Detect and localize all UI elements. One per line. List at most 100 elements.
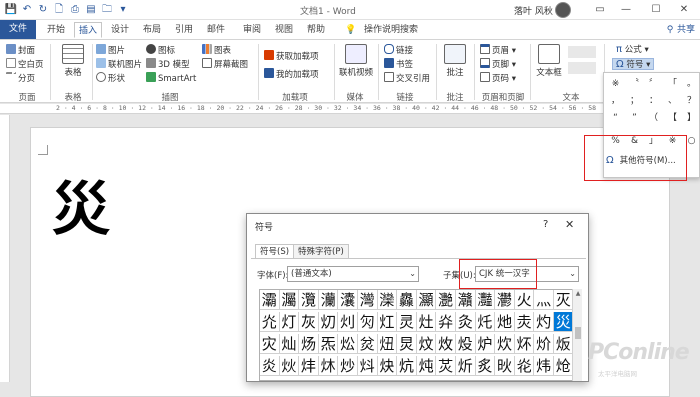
character-cell[interactable]: 灤 (377, 290, 398, 310)
character-cell[interactable]: 炈 (456, 334, 476, 354)
page-break-button[interactable]: 分页 (6, 72, 35, 84)
character-cell[interactable]: 灟 (279, 290, 300, 310)
equation-button[interactable]: π 公式 ▾ (616, 44, 649, 56)
folder-icon[interactable]: 🗀 (100, 3, 114, 17)
tab-references[interactable]: 引用 (172, 22, 196, 38)
character-cell[interactable]: 炑 (318, 356, 339, 376)
character-cell[interactable]: 炇 (436, 334, 456, 354)
avatar[interactable] (555, 2, 571, 18)
tab-review[interactable]: 审阅 (240, 22, 264, 38)
tab-view[interactable]: 视图 (272, 22, 296, 38)
symbol-cell[interactable]: ” (625, 110, 644, 127)
tab-symbols[interactable]: 符号(S) (255, 244, 295, 259)
3d-models-button[interactable]: 3D 模型 (146, 58, 190, 70)
character-cell[interactable]: 灢 (338, 290, 358, 310)
help-icon[interactable]: ? (543, 219, 548, 230)
symbol-cell[interactable]: 。 (682, 76, 700, 93)
shapes-button[interactable]: 形状 (96, 72, 125, 84)
close-icon[interactable]: ✕ (565, 218, 574, 231)
character-cell[interactable]: 灲 (338, 312, 358, 332)
character-cell[interactable]: 炆 (416, 334, 437, 354)
character-cell[interactable]: 灩 (475, 290, 496, 310)
character-cell[interactable]: 炏 (279, 356, 300, 376)
header-button[interactable]: 页眉 ▾ (480, 44, 516, 56)
print-icon[interactable]: ⎙ (68, 3, 82, 17)
share-button[interactable]: 共享 (674, 22, 698, 38)
character-cell[interactable]: 灿 (279, 334, 300, 354)
table-button[interactable]: 表格 (58, 44, 88, 78)
tab-design[interactable]: 设计 (108, 22, 132, 38)
character-cell[interactable]: 灹 (475, 312, 496, 332)
online-pictures-button[interactable]: 联机图片 (96, 58, 142, 70)
symbol-cell[interactable]: （ (644, 110, 663, 127)
character-cell[interactable]: 炅 (397, 334, 417, 354)
character-cell[interactable]: 灶 (416, 312, 437, 332)
character-cell[interactable]: 炍 (554, 334, 574, 354)
character-cell[interactable]: 灮 (260, 312, 280, 332)
inserted-character[interactable]: 災 (52, 179, 110, 239)
open-icon[interactable]: ▤ (84, 3, 98, 17)
symbol-cell[interactable]: 】 (682, 110, 700, 127)
symbol-cell[interactable]: 【 (663, 110, 682, 127)
tab-home[interactable]: 开始 (44, 22, 68, 38)
character-cell[interactable]: 灺 (495, 312, 515, 332)
character-cell[interactable]: 炖 (416, 356, 437, 376)
symbol-cell[interactable]: 、 (663, 93, 682, 110)
undo-icon[interactable]: ↶ (20, 3, 34, 17)
character-cell[interactable]: 灴 (377, 312, 398, 332)
symbol-button[interactable]: Ω 符号 ▾ (612, 58, 655, 70)
symbol-cell[interactable]: ： (644, 93, 663, 110)
symbol-cell[interactable]: 〝 (625, 76, 644, 93)
character-cell[interactable]: 灞 (260, 290, 280, 310)
page-number-button[interactable]: 页码 ▾ (480, 72, 516, 84)
character-cell[interactable]: 灡 (318, 290, 339, 310)
character-cell[interactable]: 灸 (456, 312, 476, 332)
character-cell[interactable]: 炌 (534, 334, 554, 354)
link-button[interactable]: 链接 (384, 44, 413, 56)
icons-button[interactable]: 图标 (146, 44, 175, 56)
minimize-icon[interactable]: — (616, 2, 636, 18)
character-cell[interactable]: 灵 (397, 312, 417, 332)
symbol-cell[interactable]: ， (606, 93, 625, 110)
character-cell[interactable]: 灼 (534, 312, 554, 332)
ribbon-options-icon[interactable]: ▭ (590, 2, 610, 18)
character-cell[interactable]: 灨 (456, 290, 476, 310)
character-cell[interactable]: 炜 (534, 356, 554, 376)
close-icon[interactable]: ✕ (674, 2, 694, 18)
redo-icon[interactable]: ↻ (36, 3, 50, 17)
character-cell[interactable]: 炃 (358, 334, 378, 354)
text-more-button[interactable] (568, 46, 596, 58)
cover-page-button[interactable]: 封面 (6, 44, 35, 56)
character-cell[interactable]: 炝 (554, 356, 574, 376)
character-cell[interactable]: 灳 (358, 312, 378, 332)
symbol-cell[interactable]: “ (606, 110, 625, 127)
character-cell[interactable]: 灦 (416, 290, 437, 310)
character-cell[interactable]: 炉 (475, 334, 496, 354)
tab-insert[interactable]: 插入 (74, 22, 102, 38)
symbol-cell[interactable]: ※ (606, 76, 625, 93)
character-cell[interactable]: 炀 (299, 334, 319, 354)
character-cell[interactable]: 炙 (475, 356, 496, 376)
blank-page-button[interactable]: 空白页 (6, 58, 44, 70)
character-cell[interactable]: 炓 (358, 356, 378, 376)
customize-icon[interactable]: ▾ (116, 3, 130, 17)
tell-me-search[interactable]: 操作说明搜索 (360, 22, 422, 38)
character-cell[interactable]: 灪 (495, 290, 515, 310)
character-cell[interactable]: 炒 (338, 356, 358, 376)
chevron-up-icon[interactable]: ▲ (573, 289, 583, 299)
character-cell[interactable]: 災 (554, 312, 574, 332)
character-cell[interactable]: 火 (514, 290, 535, 310)
pictures-button[interactable]: 图片 (96, 44, 125, 56)
tab-special-characters[interactable]: 特殊字符(P) (293, 244, 349, 259)
font-select[interactable]: (普通文本) ⌄ (287, 266, 419, 282)
online-video-button[interactable]: 联机视频 (338, 44, 374, 78)
character-cell[interactable]: 炊 (495, 334, 515, 354)
symbol-cell[interactable]: ； (625, 93, 644, 110)
character-cell[interactable]: 灭 (554, 290, 574, 310)
character-cell[interactable]: 灻 (514, 312, 535, 332)
tab-mailings[interactable]: 邮件 (204, 22, 228, 38)
cross-reference-button[interactable]: 交叉引用 (384, 72, 430, 84)
character-cell[interactable]: 灱 (318, 312, 339, 332)
my-addins-button[interactable]: 我的加载项 (264, 68, 319, 80)
symbol-cell[interactable]: 〞 (644, 76, 663, 93)
